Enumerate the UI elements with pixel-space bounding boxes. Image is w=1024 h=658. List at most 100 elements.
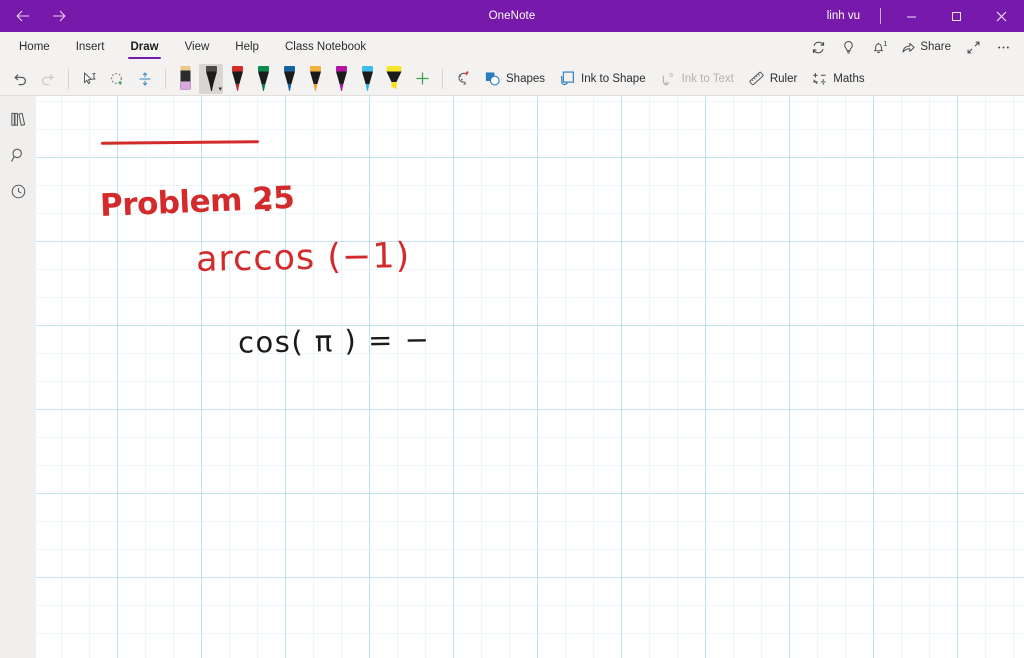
title-bar: OneNote linh vu <box>0 0 1024 32</box>
lasso-select-button[interactable] <box>103 65 131 93</box>
tool-pen-cyan[interactable] <box>355 64 379 94</box>
tool-pen-orange[interactable] <box>303 64 327 94</box>
share-icon <box>902 42 915 52</box>
notebooks-icon <box>10 112 25 126</box>
tab-draw[interactable]: Draw <box>117 32 171 62</box>
ribbon-right-actions: 1 Share <box>804 32 1024 62</box>
pen-blue-icon <box>283 65 295 91</box>
share-label: Share <box>920 41 951 53</box>
tab-help[interactable]: Help <box>222 32 272 62</box>
maths-label: Maths <box>833 72 865 85</box>
minimize-button[interactable] <box>889 0 934 32</box>
ink-to-shape-label: Ink to Shape <box>581 72 646 85</box>
plus-icon <box>415 72 429 85</box>
eraser-icon <box>179 65 191 90</box>
shapes-icon <box>485 72 500 86</box>
sidebar-item-notebooks[interactable] <box>3 104 33 134</box>
shapes-button[interactable]: Shapes <box>477 65 552 93</box>
ink-note-colon: : <box>262 188 273 218</box>
tool-pen-blue[interactable] <box>277 64 301 94</box>
insert-space-icon <box>139 71 151 86</box>
undo-button[interactable] <box>6 65 34 93</box>
ruler-icon <box>749 71 764 86</box>
undo-icon <box>14 73 27 85</box>
tool-highlighter-yellow[interactable] <box>381 64 407 94</box>
select-cursor-icon <box>84 71 96 84</box>
tool-pen-green[interactable] <box>251 64 275 94</box>
tab-insert[interactable]: Insert <box>63 32 118 62</box>
ink-effects-button[interactable] <box>449 65 477 93</box>
expand-icon <box>967 41 980 53</box>
forward-button[interactable] <box>42 1 76 31</box>
back-arrow-icon <box>16 10 29 22</box>
sidebar-item-search[interactable] <box>3 140 33 170</box>
svg-text:a: a <box>669 71 673 79</box>
tab-home[interactable]: Home <box>6 32 63 62</box>
highlighter-yellow-icon <box>386 65 402 89</box>
nav-buttons <box>0 1 76 31</box>
ink-to-shape-button[interactable]: Ink to Shape <box>552 65 653 93</box>
close-icon <box>996 11 1007 21</box>
tab-view[interactable]: View <box>172 32 223 62</box>
tab-class-notebook[interactable]: Class Notebook <box>272 32 379 62</box>
minimize-icon <box>907 16 916 17</box>
insert-space-button[interactable] <box>131 65 159 93</box>
search-icon <box>10 148 22 162</box>
svg-text:a: a <box>664 79 668 87</box>
ribbon-tab-bar: Home Insert Draw View Help Class Noteboo… <box>0 32 1024 62</box>
sidebar-item-recent[interactable] <box>3 176 33 206</box>
ink-effects-icon <box>457 70 468 85</box>
maths-icon <box>813 73 826 85</box>
forward-arrow-icon <box>53 10 66 22</box>
pen-red-icon <box>231 65 243 91</box>
maximize-icon <box>952 11 961 21</box>
toolbar-separator-2 <box>165 68 166 89</box>
draw-toolbar: ▾ Shapes Ink to Shape a a Ink to Text Ru… <box>0 62 1024 96</box>
ink-to-text-button[interactable]: a a Ink to Text <box>653 65 741 93</box>
tell-me-button[interactable] <box>834 34 863 60</box>
notification-badge: 1 <box>883 38 888 48</box>
more-options-button[interactable] <box>989 34 1018 60</box>
maximize-button[interactable] <box>934 0 979 32</box>
body-area: Problem 25 : arccos (−1) cos( π ) = − <box>0 96 1024 658</box>
ink-to-shape-icon <box>560 71 574 86</box>
sync-icon <box>813 41 825 53</box>
close-button[interactable] <box>979 0 1024 32</box>
shapes-label: Shapes <box>506 72 546 85</box>
sync-button[interactable] <box>804 34 833 60</box>
ink-underline <box>100 140 260 145</box>
pen-orange-icon <box>309 65 321 91</box>
tool-pen-black[interactable]: ▾ <box>199 63 223 94</box>
left-sidebar <box>0 96 36 658</box>
note-canvas[interactable]: Problem 25 : arccos (−1) cos( π ) = − <box>36 96 1024 658</box>
tool-pen-red[interactable] <box>225 64 249 94</box>
pen-magenta-icon <box>335 65 347 91</box>
onenote-window: OneNote linh vu Home Insert Draw View He… <box>0 0 1024 658</box>
ink-to-text-icon: a a <box>661 71 673 87</box>
full-screen-button[interactable] <box>959 34 988 60</box>
redo-button[interactable] <box>34 65 62 93</box>
lasso-icon <box>111 72 123 85</box>
pen-green-icon <box>257 65 269 91</box>
ink-note-cos-pi: cos( π ) = − <box>237 322 431 360</box>
ruler-button[interactable]: Ruler <box>741 65 804 93</box>
lightbulb-icon <box>844 40 854 53</box>
ink-note-arccos: arccos (−1) <box>195 236 411 280</box>
titlebar-divider <box>880 8 881 24</box>
tool-pen-magenta[interactable] <box>329 64 353 94</box>
notifications-button[interactable]: 1 <box>864 34 893 60</box>
user-account[interactable]: linh vu <box>815 10 872 22</box>
select-object-button[interactable] <box>75 65 103 93</box>
share-button[interactable]: Share <box>894 34 958 60</box>
ruler-label: Ruler <box>769 72 798 85</box>
toolbar-separator-3 <box>442 68 443 89</box>
add-pen-button[interactable] <box>408 65 436 93</box>
tool-eraser[interactable] <box>173 64 197 94</box>
pen-dropdown-chevron-icon[interactable]: ▾ <box>218 86 222 93</box>
toolbar-separator <box>68 68 69 89</box>
clock-icon <box>11 184 25 198</box>
more-icon <box>998 46 1009 48</box>
bell-wrapper: 1 <box>871 38 888 55</box>
maths-button[interactable]: Maths <box>804 65 871 93</box>
back-button[interactable] <box>6 1 40 31</box>
